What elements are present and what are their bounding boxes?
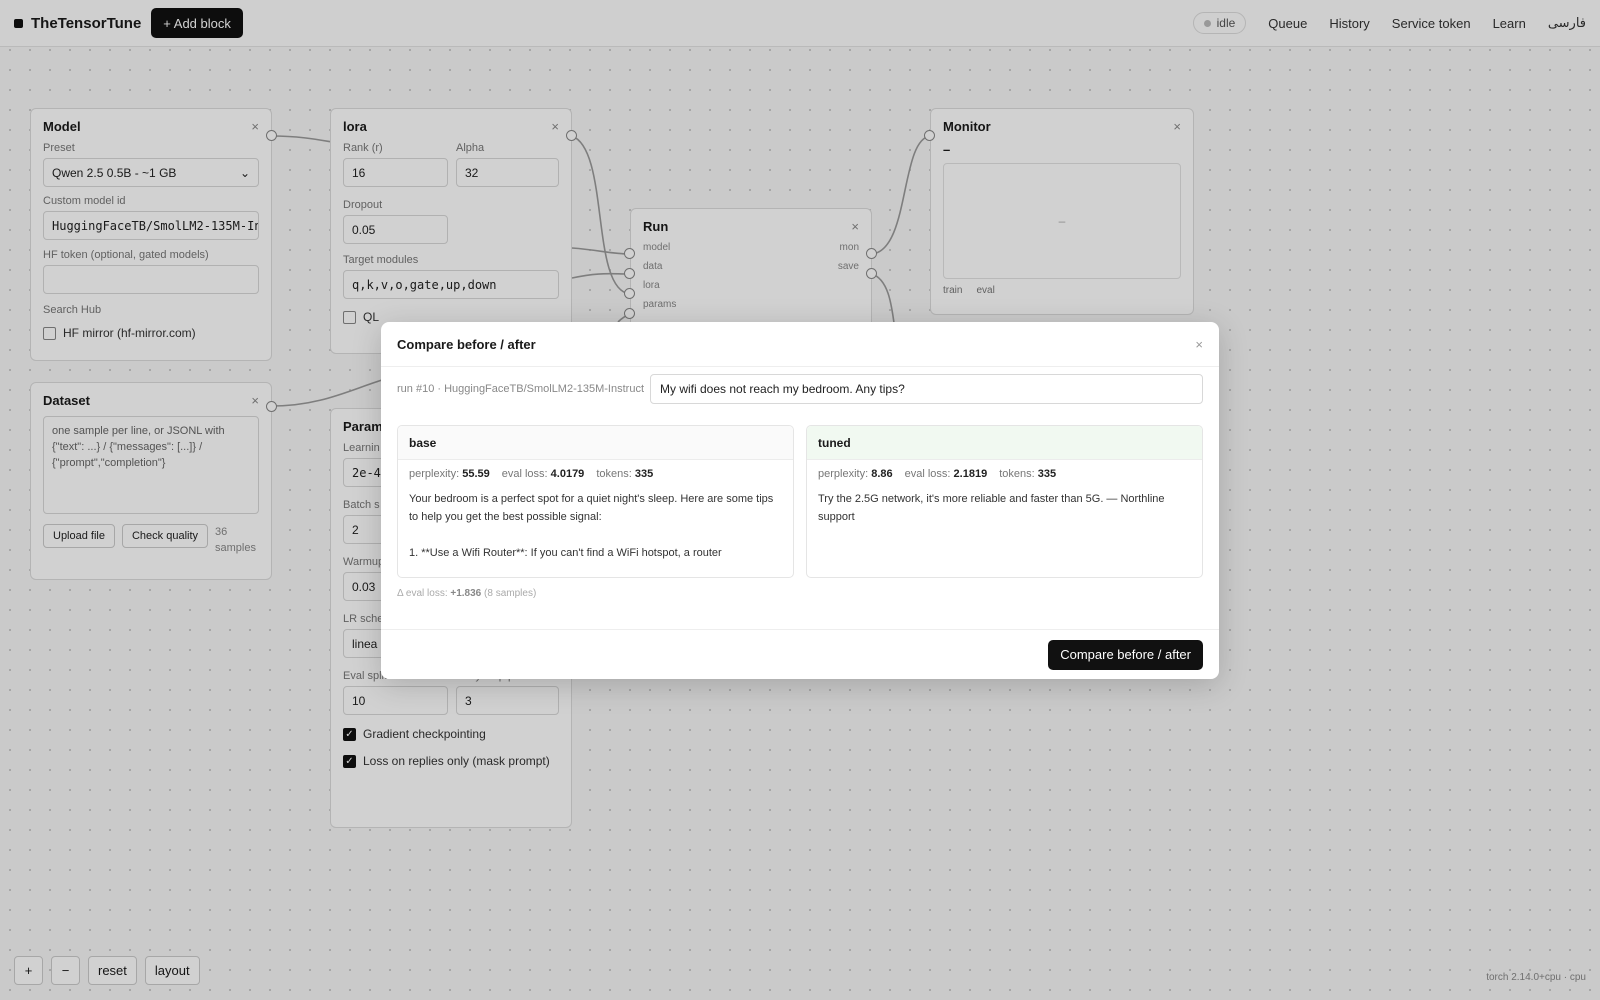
tuned-pane-title: tuned (807, 426, 1202, 460)
tuned-output: Try the 2.5G network, it's more reliable… (818, 493, 1168, 523)
base-eval-loss: eval loss: 4.0179 (502, 468, 585, 480)
modal-title: Compare before / after (397, 336, 536, 352)
compare-button[interactable]: Compare before / after (1048, 639, 1203, 670)
eval-loss-label: eval loss: (904, 468, 951, 480)
perplexity-label: perplexity: (409, 468, 460, 480)
compare-modal: Compare before / after × run #10 · Huggin… (381, 322, 1219, 679)
base-perplexity: perplexity: 55.59 (409, 468, 490, 480)
eval-loss-value: 2.1819 (953, 468, 988, 480)
tuned-pane: tuned perplexity: 8.86 eval loss: 2.1819… (806, 425, 1203, 578)
perplexity-label: perplexity: (818, 468, 869, 480)
delta-value: +1.836 (450, 588, 482, 599)
tokens-value: 335 (634, 468, 654, 480)
delta-label: Δ eval loss: (397, 588, 448, 599)
close-icon[interactable]: × (1195, 337, 1203, 352)
perplexity-value: 55.59 (462, 468, 490, 480)
tuned-perplexity: perplexity: 8.86 (818, 468, 893, 480)
delta-samples: (8 samples) (484, 588, 537, 599)
delta-eval-loss: Δ eval loss: +1.836 (8 samples) (381, 578, 1219, 609)
tuned-tokens: tokens: 335 (999, 468, 1056, 480)
run-info: run #10 · HuggingFaceTB/SmolLM2-135M-Ins… (397, 383, 644, 395)
tokens-label: tokens: (999, 468, 1035, 480)
base-pane: base perplexity: 55.59 eval loss: 4.0179… (397, 425, 794, 578)
tokens-value: 335 (1037, 468, 1057, 480)
eval-loss-label: eval loss: (501, 468, 548, 480)
tuned-eval-loss: eval loss: 2.1819 (905, 468, 988, 480)
prompt-input[interactable]: My wifi does not reach my bedroom. Any t… (650, 374, 1203, 404)
base-pane-title: base (398, 426, 793, 460)
base-tokens: tokens: 335 (596, 468, 653, 480)
tokens-label: tokens: (596, 468, 632, 480)
eval-loss-value: 4.0179 (550, 468, 585, 480)
base-output: Your bedroom is a perfect spot for a qui… (409, 493, 774, 559)
perplexity-value: 8.86 (871, 468, 893, 480)
